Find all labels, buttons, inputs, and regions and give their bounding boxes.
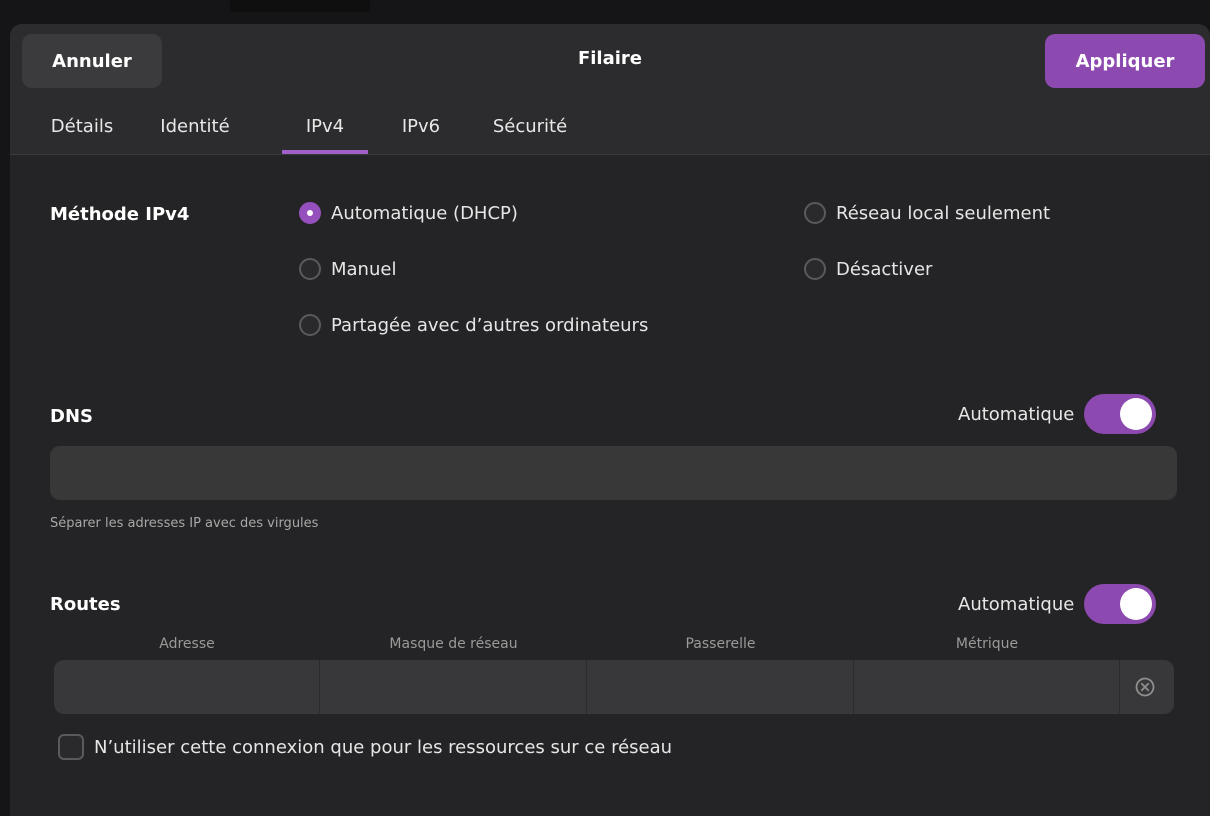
route-entry-row	[54, 660, 1174, 714]
radio-indicator	[299, 314, 321, 336]
radio-label: Désactiver	[836, 258, 933, 280]
dialog-header: Annuler Filaire Appliquer Détails Identi…	[10, 24, 1210, 155]
radio-indicator	[299, 258, 321, 280]
apply-button[interactable]: Appliquer	[1045, 34, 1205, 88]
column-header-address: Adresse	[159, 636, 215, 652]
dns-automatic-row: Automatique	[958, 394, 1157, 434]
radio-automatic-dhcp[interactable]: Automatique (DHCP)	[299, 202, 518, 224]
backdrop-window-edge	[230, 0, 370, 12]
radio-label: Réseau local seulement	[836, 202, 1051, 224]
dialog-title: Filaire	[577, 48, 643, 69]
radio-disable[interactable]: Désactiver	[804, 258, 932, 280]
tab-security[interactable]: Sécurité	[474, 108, 586, 154]
ipv4-method-label: Méthode IPv4	[50, 204, 190, 225]
tab-ipv6[interactable]: IPv6	[378, 108, 464, 154]
dns-automatic-label: Automatique	[958, 403, 1075, 425]
only-local-resources-row[interactable]: N’utiliser cette connexion que pour les …	[58, 734, 672, 760]
wired-connection-dialog: Annuler Filaire Appliquer Détails Identi…	[10, 24, 1210, 816]
clear-route-icon[interactable]	[1134, 676, 1156, 698]
column-header-netmask: Masque de réseau	[389, 636, 518, 652]
radio-shared-with-others[interactable]: Partagée avec d’autres ordinateurs	[299, 314, 648, 336]
route-netmask-input[interactable]	[320, 660, 587, 714]
only-local-resources-checkbox[interactable]	[58, 734, 84, 760]
routes-label: Routes	[50, 594, 121, 615]
radio-manual[interactable]: Manuel	[299, 258, 396, 280]
radio-label: Partagée avec d’autres ordinateurs	[331, 314, 649, 336]
route-metric-input[interactable]	[854, 660, 1120, 714]
column-header-metric: Métrique	[955, 636, 1019, 652]
tab-details[interactable]: Détails	[10, 108, 154, 154]
radio-label: Automatique (DHCP)	[331, 202, 518, 224]
radio-indicator	[804, 202, 826, 224]
radio-local-network-only[interactable]: Réseau local seulement	[804, 202, 1050, 224]
routes-automatic-row: Automatique	[958, 584, 1157, 624]
tab-bar: Détails Identité IPv4 IPv6 Sécurité	[10, 108, 586, 154]
tab-identity[interactable]: Identité	[154, 108, 236, 154]
switch-knob	[1120, 588, 1153, 620]
route-gateway-input[interactable]	[587, 660, 854, 714]
radio-checked-indicator	[299, 202, 321, 224]
column-header-gateway: Passerelle	[685, 636, 756, 652]
route-address-input[interactable]	[54, 660, 320, 714]
radio-label: Manuel	[331, 258, 397, 280]
switch-knob	[1120, 398, 1153, 430]
dns-hint: Séparer les adresses IP avec des virgule…	[50, 516, 319, 531]
radio-indicator	[804, 258, 826, 280]
dns-label: DNS	[50, 406, 93, 427]
dns-input[interactable]	[50, 446, 1177, 500]
routes-automatic-switch[interactable]	[1084, 584, 1157, 624]
tab-ipv4[interactable]: IPv4	[282, 108, 368, 154]
routes-automatic-label: Automatique	[958, 593, 1075, 615]
only-local-resources-label: N’utiliser cette connexion que pour les …	[94, 736, 673, 758]
dns-automatic-switch[interactable]	[1084, 394, 1157, 434]
